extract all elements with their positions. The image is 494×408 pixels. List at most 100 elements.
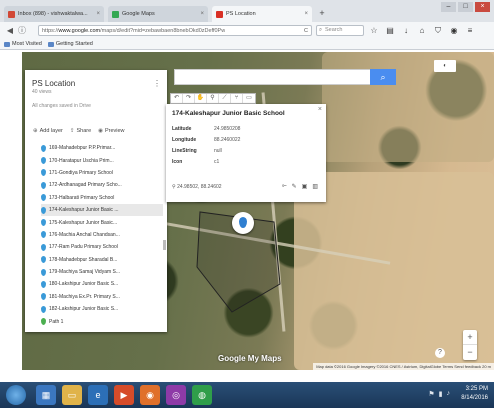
close-tab-icon[interactable]: ×: [96, 11, 100, 17]
style-icon[interactable]: ⟜: [282, 183, 287, 190]
network-icon[interactable]: ▮: [439, 390, 443, 398]
list-item[interactable]: 171-Gondiya Primary School: [41, 167, 163, 179]
zoom-in-button[interactable]: +: [463, 330, 477, 345]
list-item-path[interactable]: Path 1: [41, 315, 163, 327]
close-icon[interactable]: ×: [318, 106, 322, 113]
field-label: Longitude: [172, 137, 197, 143]
list-item[interactable]: 181-Machiya Ex.Pr. Primary S...: [41, 291, 163, 303]
tab-label: PS Location: [226, 11, 256, 17]
share-button[interactable]: ⇪ Share: [70, 128, 91, 134]
address-bar[interactable]: https://www.google.com/maps/d/edit?mid=z…: [38, 25, 312, 36]
tab-google-maps[interactable]: Google Maps ×: [108, 6, 208, 22]
clock[interactable]: 3:25 PM 8/14/2016: [461, 385, 488, 403]
map-search-input[interactable]: [174, 69, 394, 85]
reload-icon[interactable]: C: [304, 28, 308, 34]
list-item[interactable]: 173-Halbarati Primary School: [41, 192, 163, 204]
list-item[interactable]: 170-Haratapur Uschia Prim...: [41, 154, 163, 166]
place-info-card: 174-Kaleshapur Junior Basic School × Lat…: [166, 104, 326, 202]
back-button[interactable]: ◀: [4, 26, 16, 35]
bookmark-getting-started[interactable]: Getting Started: [47, 41, 93, 47]
gmail-icon: [8, 10, 15, 18]
pin-icon: [41, 144, 46, 152]
list-item-selected[interactable]: 174-Kaleshapur Junior Basic ...: [41, 203, 163, 217]
folder-icon[interactable]: ▭: [62, 385, 82, 405]
add-layer-button[interactable]: ⊕ Add layer: [33, 128, 63, 134]
start-button[interactable]: [6, 385, 26, 405]
draw-line-icon[interactable]: ⟋: [219, 94, 231, 103]
minimize-button[interactable]: –: [441, 2, 456, 12]
pin-icon: [41, 305, 46, 313]
map-title[interactable]: PS Location: [32, 79, 75, 88]
field-value: null: [214, 148, 222, 154]
zoom-out-button[interactable]: −: [463, 345, 477, 360]
ruler-icon[interactable]: ▭: [243, 94, 255, 103]
map-search-button[interactable]: ⌕: [370, 69, 396, 85]
redo-icon[interactable]: ↷: [183, 94, 195, 103]
field-value: 24.9850208: [214, 126, 241, 132]
map-attribution[interactable]: Map data ©2016 Google Imagery ©2016 CNES…: [313, 363, 494, 370]
coordinates: ⚲ 24.98502, 88.24602: [172, 184, 222, 190]
close-tab-icon[interactable]: ×: [200, 11, 204, 17]
search-input[interactable]: ⌕ Search: [316, 25, 364, 36]
satellite-map[interactable]: ⌕ ↶ ↷ ✋ ⚲ ⟋ ⑂ ▭ PS Location ⋮ 40 views A…: [22, 52, 494, 370]
more-options-icon[interactable]: ⋮: [153, 79, 161, 88]
tab-inbox[interactable]: Inbox (898) - vishwaktalwa... ×: [4, 6, 104, 22]
list-item[interactable]: 179-Machiya Samaj Vidyam S...: [41, 266, 163, 278]
trash-icon[interactable]: ▥: [312, 183, 318, 190]
clock-time: 3:25 PM: [465, 386, 488, 392]
google-logo: Google My Maps: [218, 354, 282, 363]
home-icon[interactable]: ⌂: [418, 25, 426, 36]
save-status: All changes saved in Drive: [32, 103, 91, 109]
marker-pin-icon: [239, 217, 247, 228]
url-text: https://www.google.com/maps/d/edit?mid=z…: [42, 27, 226, 34]
selected-marker[interactable]: [232, 212, 254, 234]
preview-button[interactable]: ◉ Preview: [98, 128, 124, 134]
route-icon[interactable]: ⑂: [231, 94, 243, 103]
flag-icon[interactable]: ⚑: [428, 390, 434, 398]
ie-icon[interactable]: e: [88, 385, 108, 405]
list-item[interactable]: 182-Lakshipur Junior Basic S...: [41, 303, 163, 315]
undo-icon[interactable]: ↶: [171, 94, 183, 103]
addon-icon[interactable]: ◉: [450, 25, 458, 36]
reading-list-icon[interactable]: ▤: [386, 25, 394, 36]
list-item[interactable]: 175-Kaleshapur Junior Basic...: [41, 216, 163, 228]
bookmark-most-visited[interactable]: Most Visited: [4, 41, 42, 47]
pin-icon: [41, 157, 46, 165]
volume-icon[interactable]: ♪: [447, 390, 451, 398]
list-item[interactable]: 180-Lakshipur Junior Basic S...: [41, 278, 163, 290]
edit-icon[interactable]: ✎: [292, 183, 297, 190]
share-icon: ⇪: [69, 128, 75, 134]
bookmark-star-icon[interactable]: ☆: [370, 25, 378, 36]
app-icon[interactable]: ◎: [166, 385, 186, 405]
tab-ps-location[interactable]: PS Location ×: [212, 6, 312, 22]
list-item[interactable]: 177-Ram Padu Primary School: [41, 241, 163, 253]
maps-icon: [112, 10, 119, 18]
tab-label: Inbox (898) - vishwaktalwa...: [18, 11, 88, 17]
camera-icon[interactable]: ▣: [302, 183, 308, 190]
menu-icon[interactable]: ≡: [466, 25, 474, 36]
close-tab-icon[interactable]: ×: [304, 11, 308, 17]
shield-icon[interactable]: ⛉: [434, 25, 442, 36]
add-marker-icon[interactable]: ⚲: [207, 94, 219, 103]
pin-icon: [41, 243, 46, 251]
explorer-icon[interactable]: ▦: [36, 385, 56, 405]
list-item[interactable]: 176-Machia Anchal Chandsan...: [41, 229, 163, 241]
downloads-icon[interactable]: ↓: [402, 25, 410, 36]
maximize-button[interactable]: □: [458, 2, 473, 12]
media-icon[interactable]: ▶: [114, 385, 134, 405]
chrome-icon[interactable]: ◍: [192, 385, 212, 405]
list-item[interactable]: 169-Mahadebpur P.P.Primar...: [41, 142, 163, 154]
eye-icon: ◉: [98, 128, 103, 134]
account-avatar[interactable]: ◐: [434, 60, 456, 72]
field-value: c1: [214, 159, 220, 165]
help-icon[interactable]: ?: [435, 348, 445, 358]
hand-icon[interactable]: ✋: [195, 94, 207, 103]
list-item[interactable]: 172-Ardhanagad Primary Scho...: [41, 179, 163, 191]
firefox-icon[interactable]: ◉: [140, 385, 160, 405]
list-item[interactable]: 178-Mahadebpur Sharadal B...: [41, 254, 163, 266]
clock-date: 8/14/2016: [461, 395, 488, 401]
new-tab-button[interactable]: +: [316, 6, 328, 20]
info-icon[interactable]: ⓘ: [16, 25, 28, 36]
scrollbar[interactable]: [163, 240, 166, 250]
close-window-button[interactable]: ×: [475, 2, 490, 12]
